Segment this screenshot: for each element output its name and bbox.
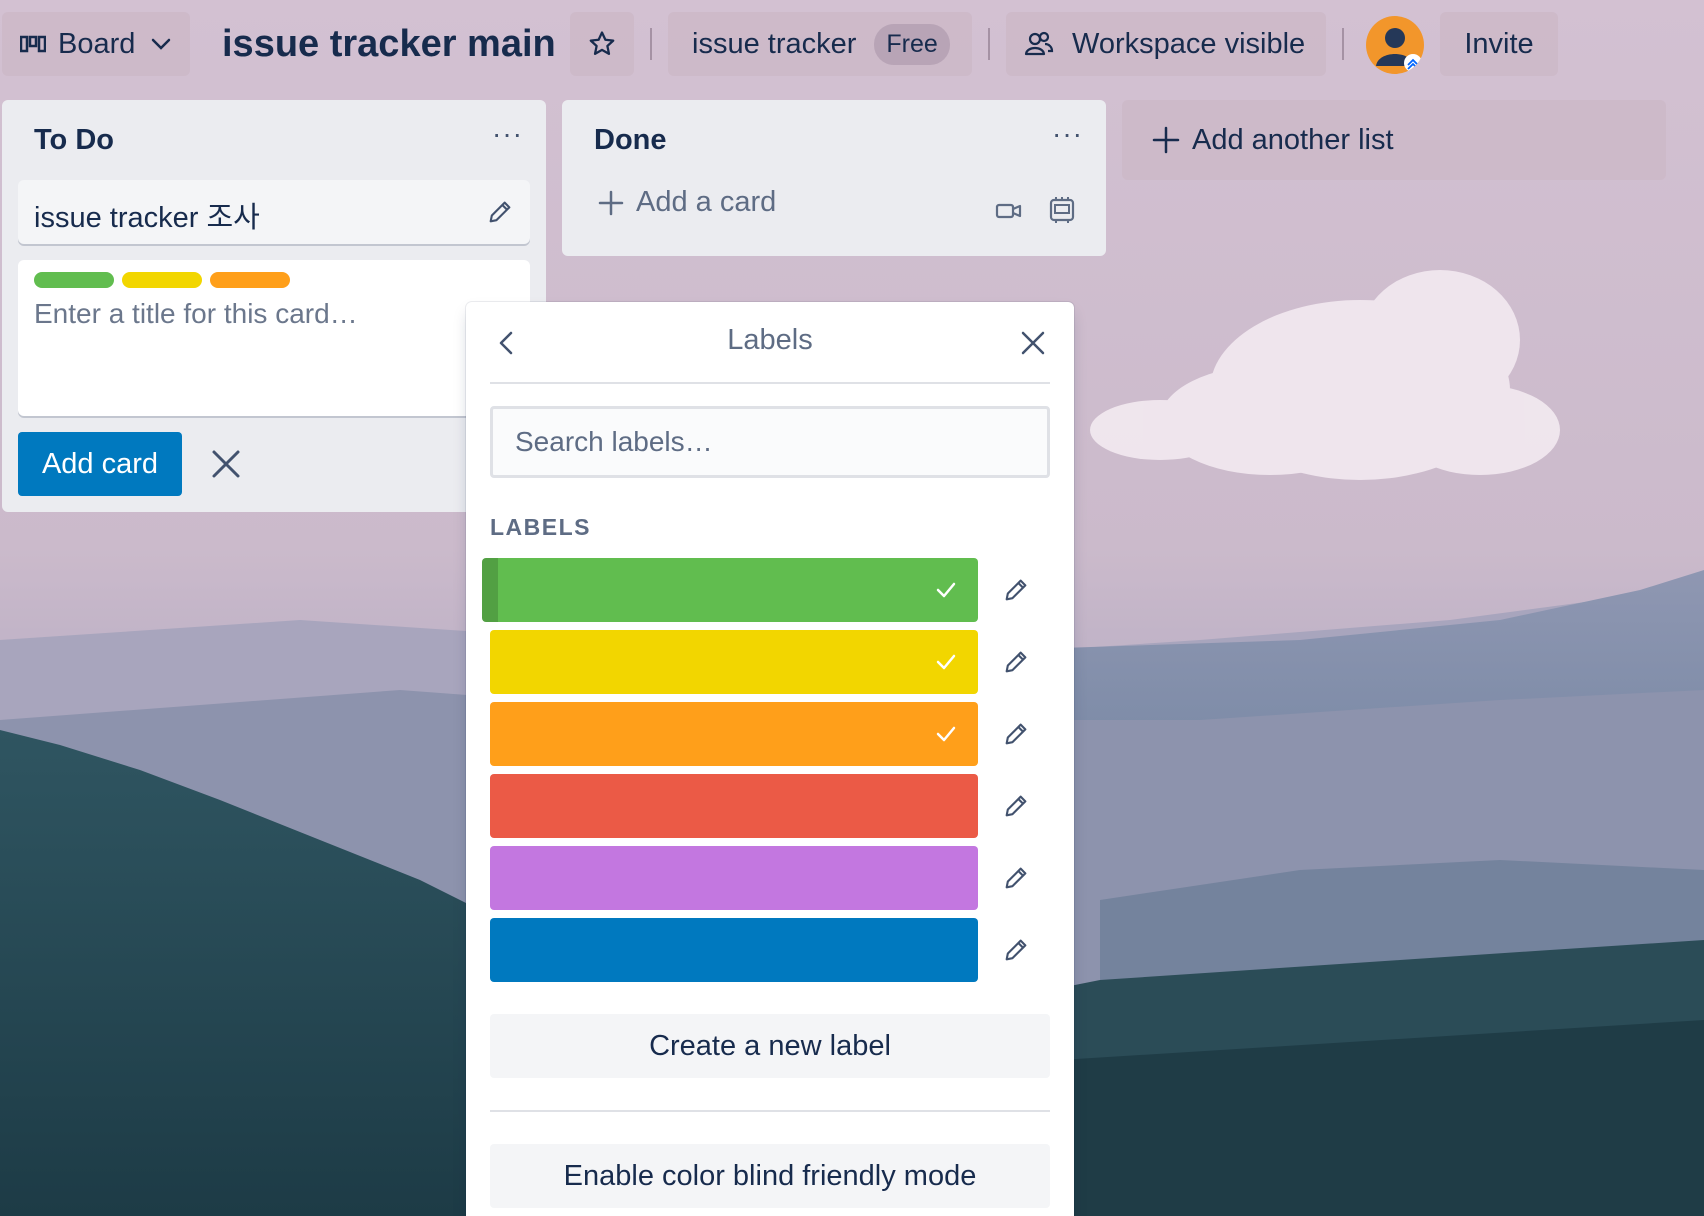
plus-icon xyxy=(598,190,624,215)
close-icon[interactable] xyxy=(206,444,246,484)
labels-popover: Labels LABELS Create a new label Enable … xyxy=(466,302,1074,1216)
card-template-icon[interactable] xyxy=(1046,194,1078,226)
list-title[interactable]: To Do xyxy=(34,124,114,157)
check-icon xyxy=(936,582,956,598)
label-swatch[interactable] xyxy=(482,558,978,622)
avatar[interactable] xyxy=(1366,16,1424,74)
pencil-icon[interactable] xyxy=(1002,792,1030,820)
board-header: Board issue tracker main issue tracker F… xyxy=(0,0,1704,88)
view-switcher-label: Board xyxy=(58,27,136,60)
invite-button[interactable]: Invite xyxy=(1440,12,1558,76)
label-swatch[interactable] xyxy=(490,918,978,982)
star-board-button[interactable] xyxy=(570,12,634,76)
pencil-icon[interactable] xyxy=(1002,720,1030,748)
pencil-icon[interactable] xyxy=(486,198,514,226)
card-title: issue tracker 조사 xyxy=(34,202,260,234)
people-icon xyxy=(1024,31,1054,56)
video-icon[interactable] xyxy=(994,196,1024,226)
user-avatar-icon xyxy=(1376,28,1422,72)
check-icon xyxy=(936,726,956,742)
list-todo: To Do ··· issue tracker 조사 Add card xyxy=(2,100,546,512)
view-switcher-button[interactable]: Board xyxy=(2,12,190,76)
header-divider xyxy=(1342,28,1344,60)
search-labels-input[interactable] xyxy=(490,406,1050,478)
plan-badge: Free xyxy=(874,23,950,65)
workspace-name: issue tracker xyxy=(692,27,857,60)
visibility-button[interactable]: Workspace visible xyxy=(1006,12,1326,76)
label-swatch[interactable] xyxy=(490,774,978,838)
visibility-label: Workspace visible xyxy=(1072,27,1306,60)
pencil-icon[interactable] xyxy=(1002,864,1030,892)
check-icon xyxy=(936,654,956,670)
header-divider xyxy=(988,28,990,60)
label-swatch[interactable] xyxy=(490,702,978,766)
card-title-input[interactable] xyxy=(34,298,514,338)
board-icon xyxy=(20,35,46,53)
add-another-list-button[interactable]: Add another list xyxy=(1122,100,1666,180)
invite-label: Invite xyxy=(1464,27,1534,60)
composer-label-orange[interactable] xyxy=(210,272,290,288)
composer-label-yellow[interactable] xyxy=(122,272,202,288)
popover-divider xyxy=(490,382,1050,384)
add-another-list-label: Add another list xyxy=(1192,123,1394,156)
pencil-icon[interactable] xyxy=(1002,576,1030,604)
label-row xyxy=(490,774,1050,838)
list-title[interactable]: Done xyxy=(594,124,667,157)
card-composer xyxy=(18,260,530,416)
list-menu-icon[interactable]: ··· xyxy=(1052,120,1082,152)
popover-title: Labels xyxy=(727,324,813,356)
composer-label-green[interactable] xyxy=(34,272,114,288)
add-card-button[interactable]: Add card xyxy=(18,432,182,496)
labels-section-heading: LABELS xyxy=(490,514,591,540)
label-row xyxy=(482,558,1050,622)
close-icon[interactable] xyxy=(1018,328,1048,358)
list-done: Done ··· Add a card xyxy=(562,100,1106,256)
pencil-icon[interactable] xyxy=(1002,936,1030,964)
label-row xyxy=(490,702,1050,766)
star-icon xyxy=(589,31,615,55)
add-a-card-label: Add a card xyxy=(636,186,777,218)
pencil-icon[interactable] xyxy=(1002,648,1030,676)
label-row xyxy=(490,630,1050,694)
card[interactable]: issue tracker 조사 xyxy=(18,180,530,244)
workspace-button[interactable]: issue tracker Free xyxy=(668,12,972,76)
list-menu-icon[interactable]: ··· xyxy=(492,120,522,152)
label-row xyxy=(490,846,1050,910)
header-divider xyxy=(650,28,652,60)
color-blind-mode-button[interactable]: Enable color blind friendly mode xyxy=(490,1144,1050,1208)
label-swatch[interactable] xyxy=(490,846,978,910)
create-label-button[interactable]: Create a new label xyxy=(490,1014,1050,1078)
board-title[interactable]: issue tracker main xyxy=(222,14,556,74)
plus-icon xyxy=(1152,126,1180,154)
add-a-card-button[interactable]: Add a card xyxy=(598,186,776,219)
label-row xyxy=(490,918,1050,982)
popover-divider xyxy=(490,1110,1050,1112)
label-swatch[interactable] xyxy=(490,630,978,694)
chevron-down-icon xyxy=(152,38,171,50)
